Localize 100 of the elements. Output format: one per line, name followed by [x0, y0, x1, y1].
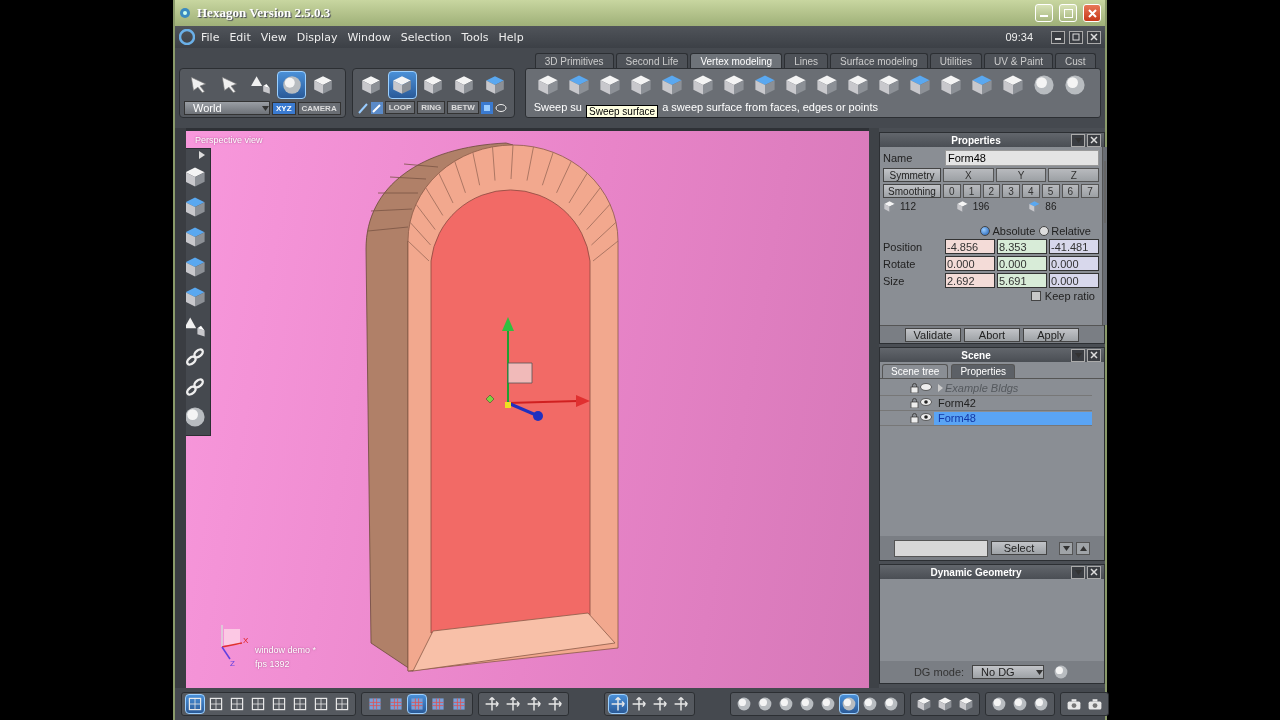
number-field[interactable]: 5.691 — [997, 273, 1047, 288]
axis-toggle[interactable]: Z — [1048, 168, 1099, 182]
tab[interactable]: Second Life — [615, 53, 689, 68]
cube-icon — [391, 74, 414, 96]
number-field[interactable]: 0.000 — [1049, 273, 1099, 288]
tab[interactable]: Surface modeling — [830, 53, 928, 68]
tool-button[interactable] — [277, 71, 306, 99]
menu-item[interactable]: View — [256, 30, 291, 44]
caret-icon — [1062, 545, 1070, 551]
number-field[interactable]: 8.353 — [997, 239, 1047, 254]
cube-icon — [186, 165, 207, 189]
close-button[interactable] — [1087, 348, 1101, 362]
selection-option-button[interactable]: LOOP — [384, 101, 416, 114]
pin-button[interactable] — [1071, 565, 1085, 579]
close-button[interactable] — [1087, 565, 1101, 579]
sphere-icon — [883, 696, 899, 712]
radio-button[interactable]: Relative — [1039, 225, 1091, 237]
tab[interactable]: Lines — [784, 53, 829, 68]
close-button[interactable] — [1087, 30, 1101, 44]
toolbar-button[interactable] — [185, 694, 205, 714]
number-field[interactable]: 0.000 — [1049, 256, 1099, 271]
menu-item[interactable]: Display — [292, 30, 342, 44]
panel-title: Dynamic Geometry — [929, 566, 1023, 578]
space-dropdown[interactable]: World — [184, 101, 270, 115]
tab[interactable]: Properties — [951, 364, 1015, 378]
smoothing-button[interactable]: Smoothing — [883, 184, 941, 198]
number-field[interactable]: 0.000 — [945, 256, 995, 271]
cube-icon — [908, 73, 933, 97]
sphere-icon — [1012, 696, 1028, 712]
selection-option-button[interactable]: BETW — [447, 101, 479, 114]
tree-item[interactable]: Form42 — [934, 396, 1092, 410]
toolbar-button[interactable] — [839, 694, 859, 714]
smoothing-level[interactable]: 0 — [943, 184, 961, 198]
tree-item[interactable]: Form48 — [934, 411, 1092, 425]
tab[interactable]: UV & Paint — [984, 53, 1053, 68]
smoothing-level[interactable]: 3 — [1002, 184, 1020, 198]
menu-item[interactable]: Selection — [396, 30, 456, 44]
cube-icon — [598, 73, 623, 97]
number-field[interactable]: 2.692 — [945, 273, 995, 288]
menu-item[interactable]: Help — [494, 30, 528, 44]
radio-button[interactable]: Absolute — [980, 225, 1036, 237]
tab[interactable]: Scene tree — [882, 364, 949, 378]
action-button[interactable]: Validate — [905, 327, 961, 342]
menu-item[interactable]: File — [197, 30, 224, 44]
restore-button[interactable] — [1069, 30, 1083, 44]
mode-dropdown[interactable]: No DG — [972, 665, 1045, 679]
number-field[interactable]: 0.000 — [997, 256, 1047, 271]
cone-icon — [186, 315, 207, 339]
smoothing-level[interactable]: 4 — [1022, 184, 1040, 198]
app-logo-icon — [179, 29, 195, 45]
tab[interactable]: Cust — [1055, 53, 1096, 68]
status-text: Sweep su — [533, 101, 582, 113]
number-field[interactable]: -41.481 — [1049, 239, 1099, 254]
menu-item[interactable]: Edit — [225, 30, 255, 44]
smoothing-level[interactable]: 6 — [1061, 184, 1080, 198]
name-field[interactable]: Form48 — [945, 150, 1099, 166]
mode-button[interactable]: XYZ — [272, 101, 296, 115]
tab[interactable]: 3D Primitives — [534, 53, 614, 68]
close-icon — [1090, 33, 1098, 41]
cube-icon — [970, 73, 995, 97]
pin-button[interactable] — [1071, 348, 1085, 362]
action-button[interactable]: Abort — [964, 327, 1020, 342]
camera-icon — [1087, 696, 1103, 712]
tool-button[interactable] — [387, 71, 417, 99]
mode-button[interactable]: CAMERA — [297, 101, 341, 115]
field-label: Rotate — [883, 257, 917, 270]
sphere-icon — [757, 696, 773, 712]
smoothing-level[interactable]: 7 — [1081, 184, 1099, 198]
scrollbar[interactable] — [1102, 147, 1107, 325]
smoothing-level[interactable]: 1 — [962, 184, 981, 198]
smoothing-level[interactable]: 2 — [982, 184, 1001, 198]
tab[interactable]: Vertex modeling — [690, 53, 783, 68]
minimize-button[interactable] — [1051, 30, 1065, 44]
grid-icon — [388, 696, 404, 712]
app-logo-icon — [179, 7, 191, 19]
toolbar-button[interactable] — [407, 694, 427, 714]
axis-toggle[interactable]: Y — [995, 168, 1047, 182]
viewport[interactable]: Perspective view X window demo * Z fps 1392 — [186, 128, 869, 688]
axis-toggle[interactable]: X — [943, 168, 994, 182]
down-button[interactable] — [1059, 541, 1073, 555]
smoothing-level[interactable]: 5 — [1041, 184, 1060, 198]
search-field[interactable] — [894, 539, 988, 557]
toolbar-button[interactable] — [608, 694, 628, 714]
sphere-icon — [1033, 696, 1049, 712]
menu-item[interactable]: Tools — [457, 30, 493, 44]
number-field[interactable]: -4.856 — [945, 239, 995, 254]
select-button[interactable]: Select — [991, 541, 1047, 555]
checkbox[interactable]: Keep ratio — [883, 290, 1099, 302]
up-button[interactable] — [1076, 541, 1090, 555]
symmetry-button[interactable]: Symmetry — [883, 168, 941, 182]
tab[interactable]: Utilities — [929, 53, 983, 68]
selection-option-button[interactable]: RING — [417, 101, 446, 114]
eye-icon — [920, 398, 932, 406]
grid-icon — [480, 101, 493, 114]
close-button[interactable] — [1087, 133, 1101, 147]
action-button[interactable]: Apply — [1023, 327, 1079, 342]
move-icon — [631, 696, 647, 712]
move-icon — [673, 696, 689, 712]
pin-button[interactable] — [1071, 133, 1085, 147]
menu-item[interactable]: Window — [343, 30, 395, 44]
